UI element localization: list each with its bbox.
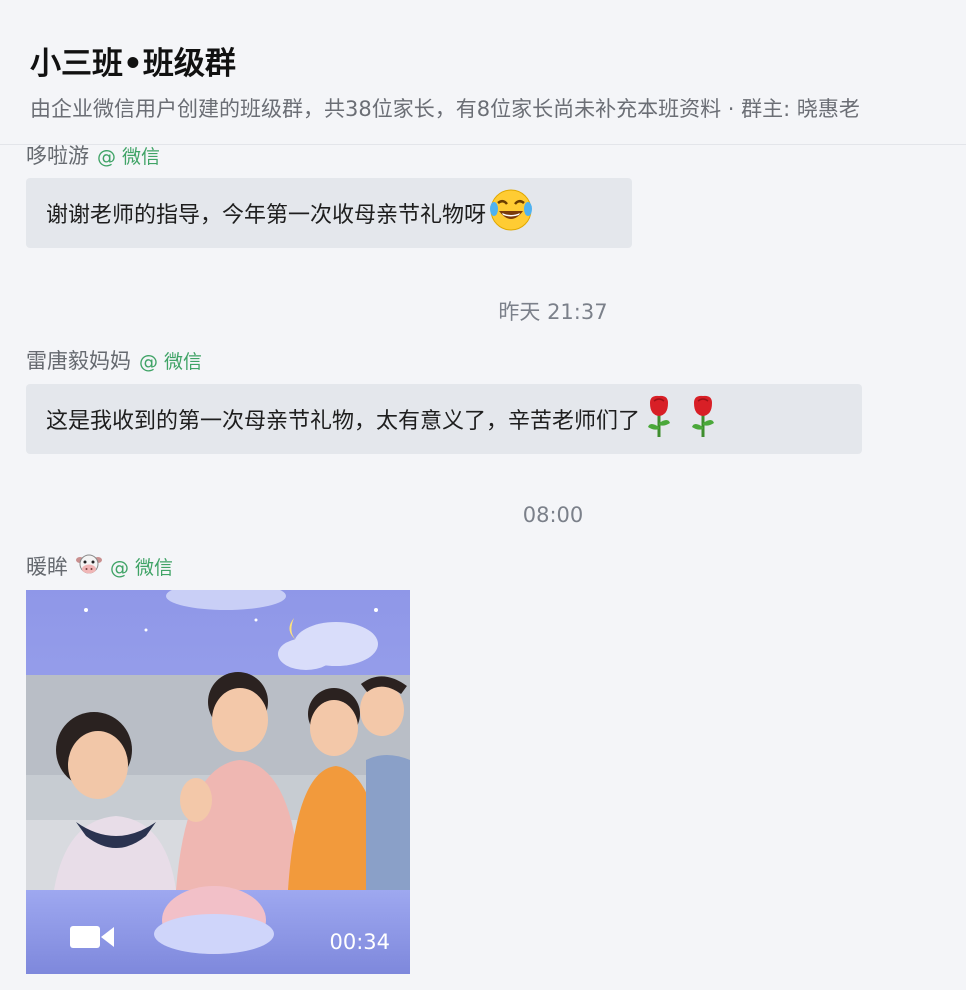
message-bubble[interactable]: 这是我收到的第一次母亲节礼物，太有意义了，辛苦老师们了: [26, 384, 862, 454]
video-camera-icon: [70, 926, 114, 948]
video-message[interactable]: 00:34: [26, 590, 410, 974]
laughing-tears-emoji-icon: [488, 187, 534, 239]
chat-header: 小三班•班级群 由企业微信用户创建的班级群，共38位家长，有8位家长尚未补充本班…: [0, 0, 966, 145]
rose-emoji-icon: [642, 393, 676, 445]
message-sender: 暖眸 @ 微信: [26, 551, 173, 581]
cow-face-emoji-icon: [76, 552, 102, 581]
sender-name: 暖眸: [26, 555, 68, 579]
message-text: 谢谢老师的指导，今年第一次收母亲节礼物呀: [46, 203, 487, 228]
sender-source: @ 微信: [110, 556, 174, 579]
timestamp: 昨天 21:37: [498, 300, 608, 324]
message-text: 这是我收到的第一次母亲节礼物，太有意义了，辛苦老师们了: [46, 409, 641, 434]
timestamp: 08:00: [522, 503, 584, 527]
rose-emoji-icon: [686, 393, 720, 445]
group-title: 小三班•班级群: [30, 46, 236, 82]
video-thumbnail: [26, 590, 410, 974]
sender-name: 雷唐毅妈妈: [26, 349, 131, 373]
sender-source: @ 微信: [97, 145, 161, 168]
group-subtitle: 由企业微信用户创建的班级群，共38位家长，有8位家长尚未补充本班资料 · 群主:…: [30, 97, 860, 121]
message-sender: 雷唐毅妈妈 @ 微信: [26, 345, 202, 375]
message-bubble[interactable]: 谢谢老师的指导，今年第一次收母亲节礼物呀: [26, 178, 632, 248]
sender-source: @ 微信: [139, 350, 203, 373]
video-duration: 00:34: [329, 930, 390, 954]
